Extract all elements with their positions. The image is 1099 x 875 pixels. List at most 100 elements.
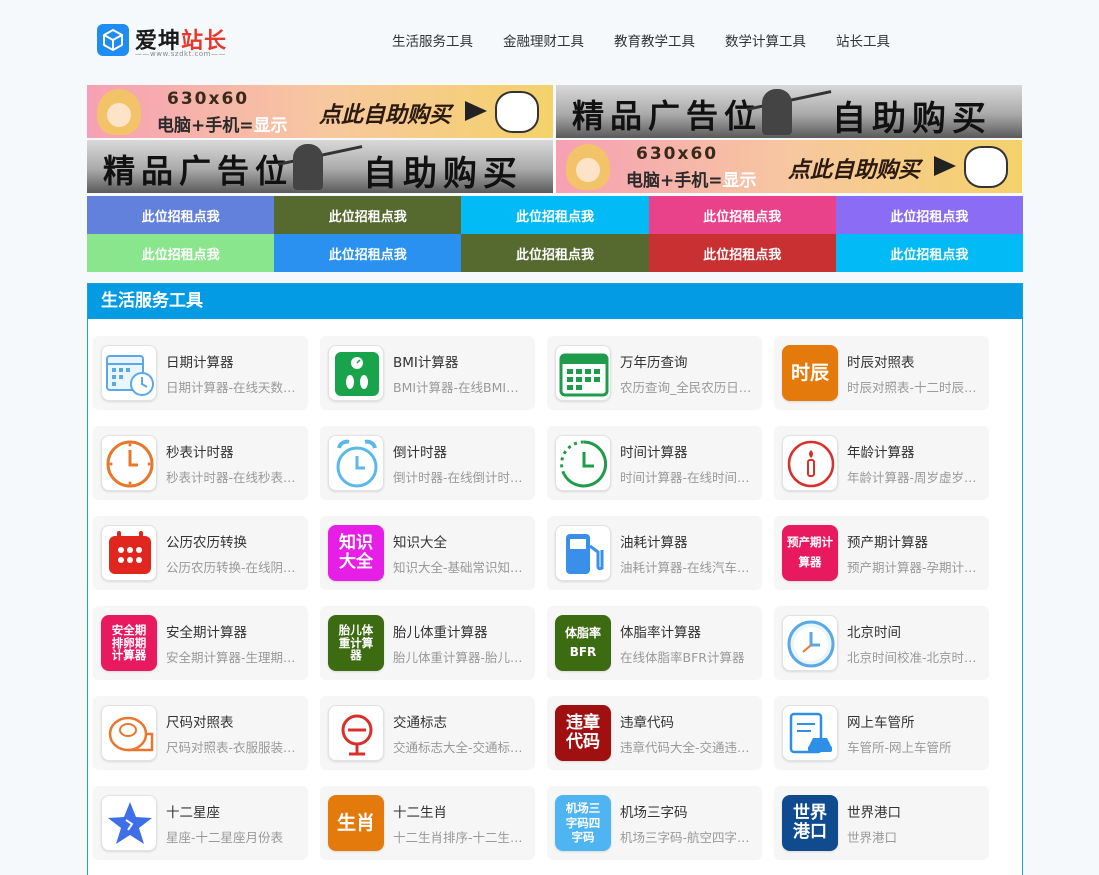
tool-desc: 尺码对照表-衣服服装尺码表: [166, 740, 301, 755]
tool-card-safe-period[interactable]: 安全期排卵期计算器 安全期计算器 安全期计算器-生理期计算器: [93, 606, 308, 680]
ad-display-label: 显示: [722, 171, 757, 191]
ad-device-text: 电脑+手机=显示: [626, 166, 757, 191]
nav-education-tools[interactable]: 教育教学工具: [614, 30, 695, 50]
tool-desc: 交通标志大全-交通标志图解: [393, 740, 528, 755]
traffic-sign-icon: [328, 705, 384, 761]
tool-title: 时间计算器: [620, 445, 688, 461]
tool-desc: 预产期计算器-孕期计算器: [847, 560, 982, 575]
rent-slot[interactable]: 此位招租点我: [274, 196, 462, 234]
zodiac-icon-text: 生肖: [336, 811, 375, 834]
premium-ad-text: 精品广告位: [572, 97, 763, 135]
tool-card-lunar-converter[interactable]: 公历农历转换 公历农历转换-在线阴阳历转换: [93, 516, 308, 590]
tool-card-body-fat[interactable]: 体脂率BFR 体脂率计算器 在线体脂率BFR计算器: [547, 606, 762, 680]
tool-card-size-chart[interactable]: 尺码对照表 尺码对照表-衣服服装尺码表: [93, 696, 308, 770]
tool-card-airport-codes[interactable]: 机场三字码四字码 机场三字码 机场三字码-航空四字码查询: [547, 786, 762, 860]
rent-slot[interactable]: 此位招租点我: [835, 234, 1023, 272]
rent-slot[interactable]: 此位招租点我: [461, 234, 649, 272]
tool-desc: 秒表计时器-在线秒表计时器: [166, 470, 301, 485]
ad-banner-premium[interactable]: 精品广告位 自助购买: [556, 85, 1022, 138]
rent-slot[interactable]: 此位招租点我: [87, 196, 275, 234]
tool-title: 十二星座: [166, 805, 220, 821]
tool-card-time-calculator[interactable]: 时间计算器 时间计算器-在线时间计算器: [547, 426, 762, 500]
tool-grid: 日期计算器 日期计算器-在线天数计算器 BMI计算器 BMI计算器-在线BMI指…: [93, 336, 989, 860]
ad-device-text: 电脑+手机=显示: [157, 111, 288, 136]
safe-period-icon-text: 安全期排卵期计算器: [111, 623, 147, 663]
body-fat-icon: 体脂率BFR: [555, 615, 611, 671]
knowledge-icon: 知识大全: [328, 525, 384, 581]
tool-card-countdown[interactable]: 倒计时器 倒计时器-在线倒计时器工具: [320, 426, 535, 500]
site-logo[interactable]: 爱坤站长 ——www.szdkt.com——: [97, 22, 243, 60]
tool-card-stopwatch[interactable]: 秒表计时器 秒表计时器-在线秒表计时器: [93, 426, 308, 500]
rent-slot[interactable]: 此位招租点我: [648, 234, 836, 272]
tool-card-knowledge[interactable]: 知识大全 知识大全 知识大全-基础常识知识大全: [320, 516, 535, 590]
nav-webmaster-tools[interactable]: 站长工具: [836, 30, 890, 50]
tool-card-fuel-calculator[interactable]: 油耗计算器 油耗计算器-在线汽车油耗计算: [547, 516, 762, 590]
tool-card-chinese-zodiac[interactable]: 生肖 十二生肖 十二生肖排序-十二生肖查询: [320, 786, 535, 860]
ad-buy-text: 点此自助购买: [788, 158, 921, 183]
cartoon-cat-icon: [964, 146, 1008, 188]
calendar-grid-icon: [101, 525, 157, 581]
nav-life-tools[interactable]: 生活服务工具: [392, 30, 473, 50]
zodiac-icon: 生肖: [328, 795, 384, 851]
tool-card-vehicle-office[interactable]: 网上车管所 车管所-网上车管所: [774, 696, 989, 770]
tool-desc: BMI计算器-在线BMI指数计算: [393, 380, 528, 395]
cartoon-girl-icon: [97, 89, 141, 135]
world-port-icon-text: 世界港口: [793, 803, 827, 842]
tool-card-violation-codes[interactable]: 违章代码 违章代码 违章代码大全-交通违章代码: [547, 696, 762, 770]
world-port-icon: 世界港口: [782, 795, 838, 851]
tool-title: 倒计时器: [393, 445, 447, 461]
tool-desc: 日期计算器-在线天数计算器: [166, 380, 301, 395]
cartoon-girl-icon: [566, 144, 610, 190]
fetal-weight-icon-text: 胎儿体重计算器: [338, 623, 374, 663]
cartoon-cat-icon: [495, 91, 539, 133]
paper-plane-icon: [465, 101, 487, 121]
tool-card-world-ports[interactable]: 世界港口 世界港口 世界港口: [774, 786, 989, 860]
paper-plane-icon: [934, 156, 956, 176]
tool-desc: 世界港口: [847, 830, 898, 845]
tool-desc: 北京时间校准-北京时间在线: [847, 650, 982, 665]
self-buy-text: 自助购买: [363, 154, 523, 193]
calendar-icon: [555, 345, 611, 401]
ad-banner-630x60[interactable]: 630x60 电脑+手机=显示 点此自助购买: [556, 140, 1022, 193]
tool-title: 网上车管所: [847, 715, 915, 731]
tool-card-traffic-signs[interactable]: 交通标志 交通标志大全-交通标志图解: [320, 696, 535, 770]
tool-card-shichen-table[interactable]: 时辰 时辰对照表 时辰对照表-十二时辰对照表: [774, 336, 989, 410]
rent-slot[interactable]: 此位招租点我: [835, 196, 1023, 234]
ad-banner-630x60[interactable]: 630x60 电脑+手机=显示 点此自助购买: [87, 85, 553, 138]
ad-banner-premium[interactable]: 精品广告位 自助购买: [87, 140, 553, 193]
tool-card-date-calculator[interactable]: 日期计算器 日期计算器-在线天数计算器: [93, 336, 308, 410]
fuel-pump-icon: [555, 525, 611, 581]
tool-title: 安全期计算器: [166, 625, 247, 641]
cube-logo-icon: [97, 24, 129, 56]
fetal-weight-icon: 胎儿体重计算器: [328, 615, 384, 671]
tool-card-zodiac-signs[interactable]: 十二星座 星座-十二星座月份表: [93, 786, 308, 860]
section-title: 生活服务工具: [88, 284, 1022, 319]
tool-desc: 十二生肖排序-十二生肖查询: [393, 830, 528, 845]
tool-desc: 违章代码大全-交通违章代码: [620, 740, 755, 755]
airport-code-icon-text: 机场三字码四字码: [565, 801, 601, 845]
rent-slot[interactable]: 此位招租点我: [87, 234, 275, 272]
tool-desc: 知识大全-基础常识知识大全: [393, 560, 528, 575]
rent-slot[interactable]: 此位招租点我: [274, 234, 462, 272]
tool-card-age-calculator[interactable]: 年龄计算器 年龄计算器-周岁虚岁计算器: [774, 426, 989, 500]
vehicle-office-icon: [782, 705, 838, 761]
ad-device-label: 电脑+手机=: [626, 171, 723, 191]
rent-slot[interactable]: 此位招租点我: [648, 196, 836, 234]
tool-card-fetal-weight[interactable]: 胎儿体重计算器 胎儿体重计算器 胎儿体重计算器-胎儿体重计算: [320, 606, 535, 680]
tool-title: BMI计算器: [393, 355, 459, 371]
body-fat-icon-text: 体脂率BFR: [564, 625, 601, 659]
tool-title: 秒表计时器: [166, 445, 234, 461]
nav-math-tools[interactable]: 数学计算工具: [725, 30, 806, 50]
tool-desc: 倒计时器-在线倒计时器工具: [393, 470, 528, 485]
tool-card-bmi-calculator[interactable]: BMI计算器 BMI计算器-在线BMI指数计算: [320, 336, 535, 410]
tool-card-due-date[interactable]: 预产期计算器 预产期计算器 预产期计算器-孕期计算器: [774, 516, 989, 590]
tool-card-beijing-time[interactable]: 北京时间 北京时间校准-北京时间在线: [774, 606, 989, 680]
tool-desc: 年龄计算器-周岁虚岁计算器: [847, 470, 982, 485]
tool-title: 体脂率计算器: [620, 625, 701, 641]
figure-silhouette-icon: [762, 89, 792, 135]
nav-finance-tools[interactable]: 金融理财工具: [503, 30, 584, 50]
tool-card-perpetual-calendar[interactable]: 万年历查询 农历查询_全民农历日历查询: [547, 336, 762, 410]
tool-title: 年龄计算器: [847, 445, 915, 461]
rent-slot[interactable]: 此位招租点我: [461, 196, 649, 234]
shichen-icon: 时辰: [782, 345, 838, 401]
